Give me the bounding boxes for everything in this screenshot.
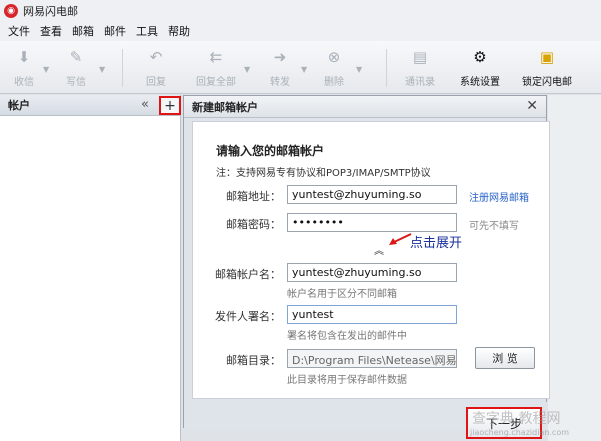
menu-mail[interactable]: 邮件 [104,23,126,39]
menu-file[interactable]: 文件 [8,23,30,39]
reply-all-dropdown-icon[interactable]: ▼ [244,65,250,74]
menu-view[interactable]: 查看 [40,23,62,39]
forward-label: 转发 [270,77,290,88]
lock-button[interactable]: ▣ 锁定闪电邮 [522,47,572,91]
menu-mailbox[interactable]: 邮箱 [72,23,94,39]
close-icon[interactable]: ✕ [526,98,538,114]
account-sidebar: 帐户 « + [0,95,181,441]
annotation-text: 点击展开 [410,236,463,251]
account-name-hint: 帐户名用于区分不同邮箱 [287,289,397,300]
reply-all-button[interactable]: ⇇ 回复全部 [196,47,236,91]
title-bar: ◉ 网易闪电邮 [0,0,601,21]
lock-label: 锁定闪电邮 [522,77,572,88]
settings-label: 系统设置 [460,77,500,88]
reply-button[interactable]: ↶ 回复 [146,47,166,91]
app-logo-icon: ◉ [4,3,18,18]
dialog-title: 新建邮箱帐户 [192,100,258,114]
contacts-label: 通讯录 [405,77,435,88]
download-icon: ⬇ [17,48,31,66]
compose-dropdown-icon[interactable]: ▼ [99,65,105,74]
compose-button[interactable]: ✎ 写信 [66,47,86,91]
forward-button[interactable]: ➜ 转发 [270,47,290,91]
form-heading: 请输入您的邮箱帐户 [216,144,325,158]
delete-dropdown-icon[interactable]: ▼ [356,65,362,74]
toolbar: ⬇ 收信 ▼ ✎ 写信 ▼ ↶ 回复 ⇇ 回复全部 ▼ ➜ 转发 ▼ ⊗ 删除 … [0,41,601,94]
sender-name-label: 发件人署名： [215,310,281,323]
email-label: 邮箱地址： [226,190,281,203]
lock-icon: ▣ [539,48,555,66]
account-name-field[interactable]: yuntest@zhuyuming.so [287,263,457,282]
window-title: 网易闪电邮 [23,4,78,18]
collapse-sidebar-icon[interactable]: « [141,97,149,112]
password-field[interactable]: •••••••• [287,213,457,232]
browse-button[interactable]: 浏 览 [475,347,535,369]
new-account-dialog: 新建邮箱帐户 ✕ 请输入您的邮箱帐户 注：支持网易专有协议和POP3/IMAP/… [183,95,550,439]
protocol-note: 注：支持网易专有协议和POP3/IMAP/SMTP协议 [216,168,431,179]
password-hint: 可先不填写 [469,221,519,232]
expand-options-icon[interactable]: ︽ [374,242,384,257]
reply-icon: ↶ [149,48,163,66]
watermark-url: jiaocheng.chazidian.com [470,428,570,437]
toolbar-divider [122,49,123,87]
reply-all-label: 回复全部 [196,77,236,88]
sender-name-field[interactable]: yuntest [287,305,457,324]
password-label: 邮箱密码： [226,218,281,231]
sidebar-header: 帐户 « + [0,95,181,116]
menu-tools[interactable]: 工具 [136,23,158,39]
add-account-button[interactable]: + [159,96,181,115]
delete-icon: ⊗ [327,48,341,66]
directory-label: 邮箱目录： [226,354,281,367]
reply-label: 回复 [146,77,166,88]
sidebar-title: 帐户 [8,99,30,112]
delete-label: 删除 [324,77,344,88]
annotation-arrow-icon [389,233,412,245]
account-name-label: 邮箱帐户名： [215,268,281,281]
main-panel-background [548,95,601,441]
forward-dropdown-icon[interactable]: ▼ [301,65,307,74]
receive-label: 收信 [14,77,34,88]
dialog-header: 新建邮箱帐户 ✕ [184,96,546,118]
gear-icon: ⚙ [473,48,487,66]
email-field[interactable]: yuntest@zhuyuming.so [287,185,457,204]
forward-icon: ➜ [273,48,287,66]
contacts-icon: ▤ [412,48,428,66]
contacts-button[interactable]: ▤ 通讯录 [405,47,435,91]
receive-dropdown-icon[interactable]: ▼ [43,65,49,74]
toolbar-divider [386,49,387,87]
register-link[interactable]: 注册网易邮箱 [469,189,529,204]
menu-bar: 文件 查看 邮箱 邮件 工具 帮助 [0,21,601,41]
dialog-body: 请输入您的邮箱帐户 注：支持网易专有协议和POP3/IMAP/SMTP协议 邮箱… [192,121,550,399]
watermark: 查字典 教程网 [472,411,561,427]
sender-name-hint: 署名将包含在发出的邮件中 [287,331,407,342]
directory-field: D:\Program Files\Netease\网易闪 [287,349,457,368]
reply-all-icon: ⇇ [209,48,223,66]
compose-icon: ✎ [69,48,83,66]
menu-help[interactable]: 帮助 [168,23,190,39]
receive-button[interactable]: ⬇ 收信 [14,47,34,91]
compose-label: 写信 [66,77,86,88]
delete-button[interactable]: ⊗ 删除 [324,47,344,91]
settings-button[interactable]: ⚙ 系统设置 [460,47,500,91]
directory-hint: 此目录将用于保存邮件数据 [287,375,407,386]
